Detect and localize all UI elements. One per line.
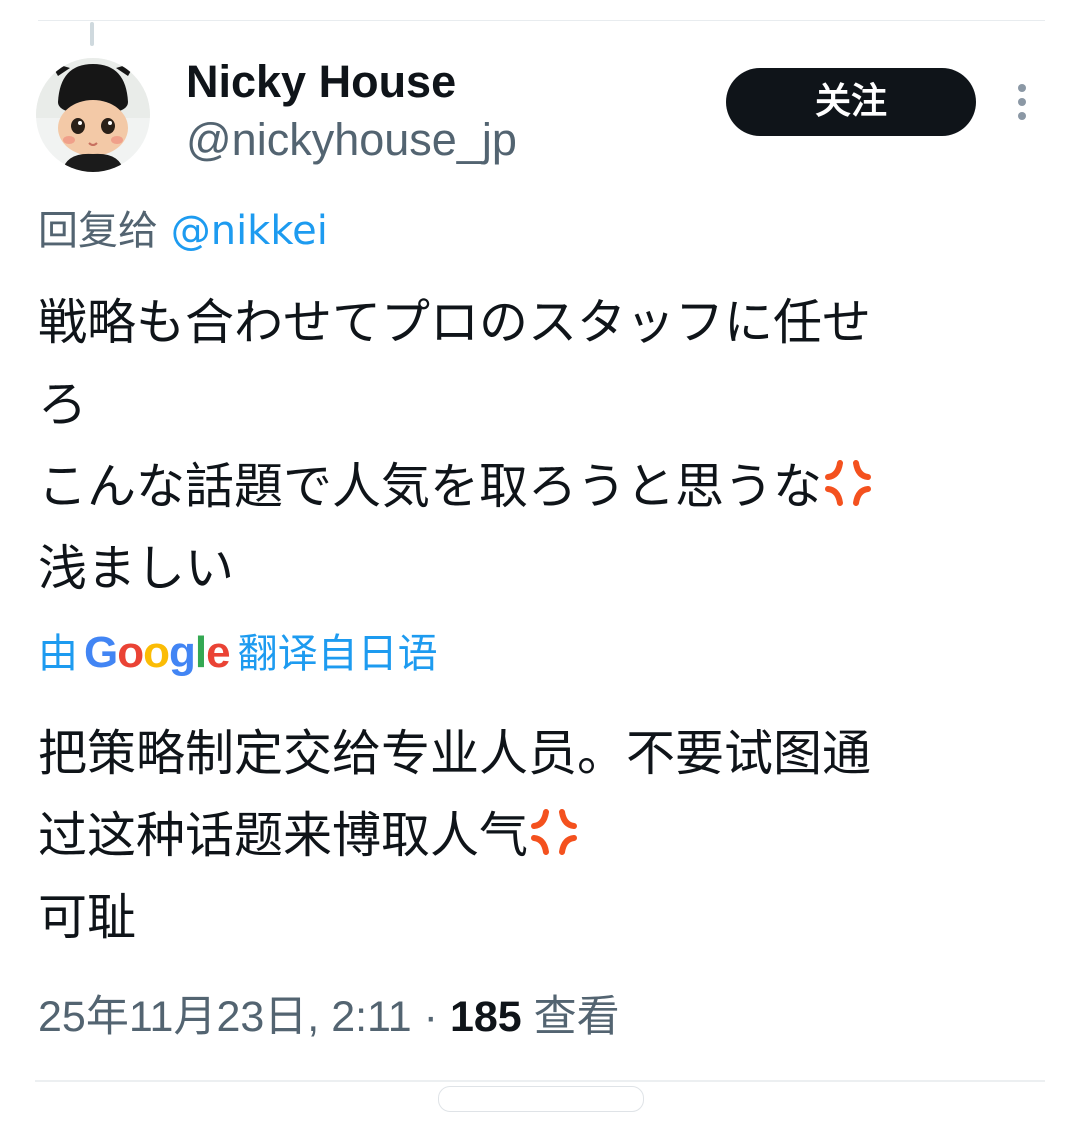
avatar-image xyxy=(36,58,150,172)
meta-separator: · xyxy=(423,993,438,1041)
reply-thread-line xyxy=(90,22,94,46)
author-display-name[interactable]: Nicky House xyxy=(186,54,456,110)
translated-line: 可耻 xyxy=(38,889,137,946)
bottom-divider xyxy=(35,1080,1045,1082)
tweet-line: ろ xyxy=(38,376,88,433)
translated-text: 把策略制定交给专业人员。不要试图通 过这种话题来博取人气 可耻 xyxy=(38,713,1038,959)
follow-button[interactable]: 关注 xyxy=(726,68,976,136)
tweet-line-with-emoji: こんな話題で人気を取ろうと思うな xyxy=(38,446,1038,528)
google-logo: Google xyxy=(84,628,231,677)
reply-context: 回复给 @nikkei xyxy=(38,206,328,256)
tweet-text: 戦略も合わせてプロのスタッフに任せ ろ こんな話題で人気を取ろうと思うな 浅まし… xyxy=(38,282,1038,610)
top-divider xyxy=(38,20,1045,21)
translation-suffix: 翻译自日语 xyxy=(237,631,438,677)
reply-prefix: 回复给 xyxy=(38,208,158,254)
translated-line: 过这种话题来博取人气 xyxy=(38,807,529,864)
tweet-line: こんな話題で人気を取ろうと思うな xyxy=(38,458,823,515)
anger-symbol-icon xyxy=(825,460,872,506)
tweet-line: 戦略も合わせてプロのスタッフに任せ xyxy=(38,294,872,351)
avatar[interactable] xyxy=(36,58,150,172)
views-label: 查看 xyxy=(533,993,620,1041)
author-handle[interactable]: @nickyhouse_jp xyxy=(186,114,517,166)
timestamp[interactable]: 25年11月23日, 2:11 xyxy=(38,993,412,1041)
tweet-line: 浅ましい xyxy=(38,540,235,597)
more-vertical-icon[interactable] xyxy=(1006,80,1038,124)
views-count: 185 xyxy=(449,993,522,1041)
anger-symbol-icon xyxy=(531,809,578,855)
tweet-meta: 25年11月23日, 2:11 · 185 查看 xyxy=(38,990,620,1044)
reply-mention-link[interactable]: @nikkei xyxy=(171,208,328,254)
translated-line: 把策略制定交给专业人员。不要试图通 xyxy=(38,725,872,782)
translated-line-with-emoji: 过这种话题来博取人气 xyxy=(38,795,1038,877)
translation-attribution[interactable]: 由 Google 翻译自日语 xyxy=(38,627,438,680)
translation-prefix: 由 xyxy=(38,631,78,677)
watermark-overlay xyxy=(438,1086,644,1112)
